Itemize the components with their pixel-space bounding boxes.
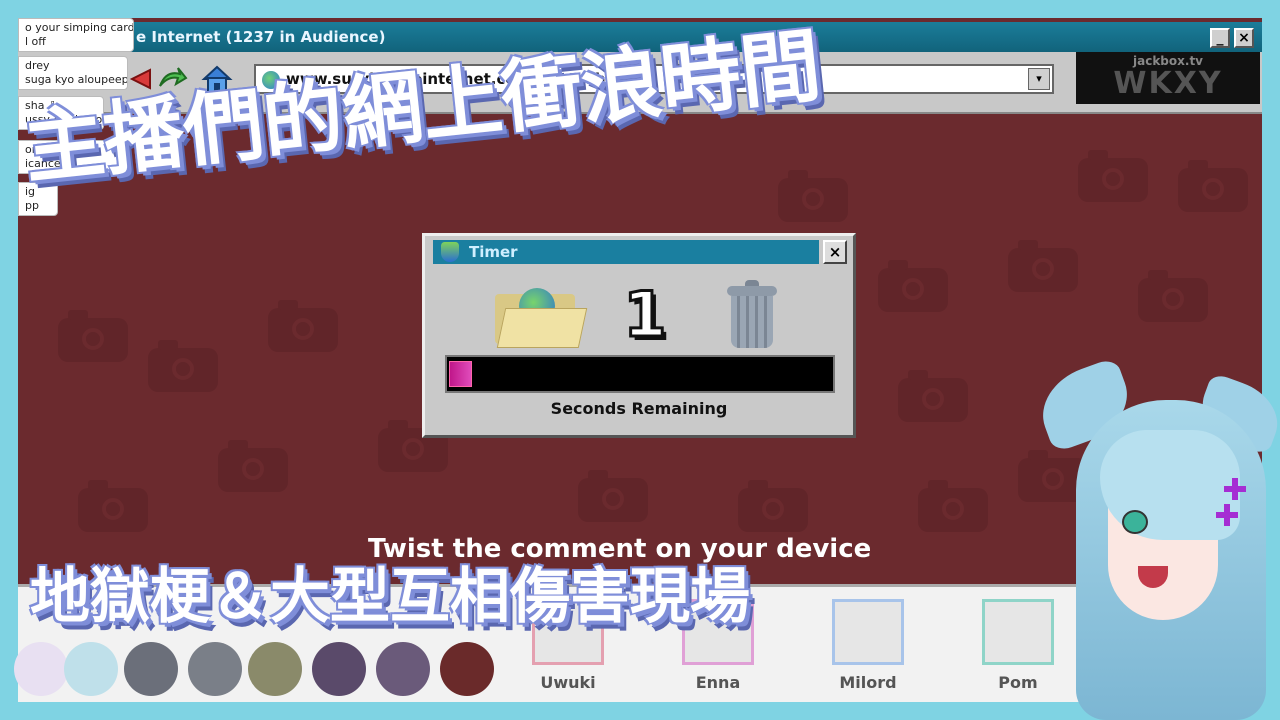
player-avatar-frame: [832, 599, 904, 665]
player-name: Uwuki: [540, 673, 596, 692]
vtuber-character: [1030, 356, 1280, 720]
minimize-button[interactable]: _: [1210, 28, 1230, 48]
streamer-avatar: [440, 642, 494, 696]
countdown-number: 1: [622, 277, 668, 353]
logo-callsign: WKXY: [1113, 66, 1223, 101]
camera-icon: [1178, 160, 1248, 212]
camera-icon: [1078, 150, 1148, 202]
timer-titlebar: Timer: [433, 240, 819, 264]
camera-icon: [78, 480, 148, 532]
window-title: e Internet (1237 in Audience): [136, 28, 386, 46]
camera-icon: [148, 340, 218, 392]
camera-icon: [218, 440, 288, 492]
seconds-remaining-label: Seconds Remaining: [550, 399, 728, 418]
hair-clip-icon: [1224, 478, 1246, 500]
timer-window: Timer × 1 Seconds Remaining: [422, 233, 856, 438]
streamer-avatar: [14, 642, 68, 696]
camera-icon: [268, 300, 338, 352]
camera-icon: [738, 480, 808, 532]
character-eye: [1122, 510, 1148, 534]
camera-icon: [578, 470, 648, 522]
camera-icon: [898, 370, 968, 422]
camera-icon: [58, 310, 128, 362]
folder-icon: [495, 286, 588, 348]
player-name: Enna: [695, 673, 741, 692]
camera-icon: [1008, 240, 1078, 292]
station-logo: jackbox.tv WKXY: [1076, 52, 1260, 104]
timer-progress-fill: [449, 361, 472, 387]
streamer-avatar: [376, 642, 430, 696]
window-close-button[interactable]: ×: [1234, 28, 1254, 48]
caption-bottom: 地獄梗＆大型互相傷害現場: [30, 562, 750, 632]
url-dropdown-button[interactable]: ▾: [1028, 68, 1050, 90]
hair-clip-icon: [1216, 504, 1238, 526]
streamer-avatar: [312, 642, 366, 696]
camera-icon: [878, 260, 948, 312]
camera-icon: [778, 170, 848, 222]
streamer-avatar: [64, 642, 118, 696]
streamer-avatar: [124, 642, 178, 696]
player-name: Milord: [839, 673, 897, 692]
streamer-avatar: [248, 642, 302, 696]
player-card: Milord: [828, 599, 908, 699]
shield-icon: [441, 242, 459, 262]
timer-close-button[interactable]: ×: [823, 240, 847, 264]
chat-message: o your simping card l off: [18, 18, 134, 52]
trash-icon: [727, 280, 777, 350]
timer-title: Timer: [469, 243, 518, 261]
timer-progress-bar: [445, 355, 835, 393]
camera-icon: [1138, 270, 1208, 322]
camera-icon: [918, 480, 988, 532]
streamer-avatar: [188, 642, 242, 696]
